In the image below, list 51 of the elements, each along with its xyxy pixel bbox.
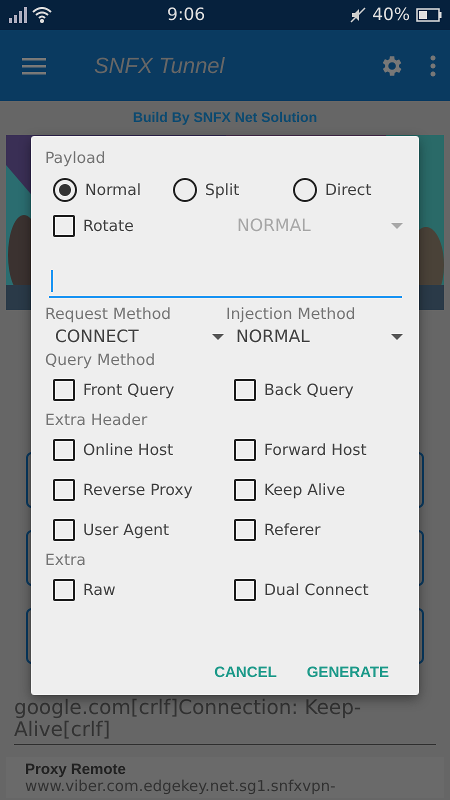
signal-icon (8, 7, 28, 23)
checkbox[interactable] (53, 379, 75, 401)
wifi-icon (32, 7, 52, 23)
checkbox[interactable] (53, 215, 75, 237)
checkbox[interactable] (53, 519, 75, 541)
checkbox[interactable] (234, 379, 256, 401)
more-icon[interactable] (430, 54, 436, 76)
radio-option[interactable]: Split (173, 174, 293, 206)
battery-icon (416, 8, 442, 22)
injection-method-dropdown[interactable]: NORMAL (226, 324, 405, 350)
request-method-dropdown[interactable]: CONNECT (45, 324, 226, 350)
checkbox-label: Back Query (264, 381, 354, 399)
checkbox-label: Referer (264, 521, 321, 539)
checkbox-label: Dual Connect (264, 581, 369, 599)
checkbox[interactable] (234, 439, 256, 461)
clock: 9:06 (166, 5, 206, 25)
checkbox[interactable] (53, 479, 75, 501)
proxy-label: Proxy Remote (25, 761, 127, 778)
checkbox-label: Forward Host (264, 441, 367, 459)
section-label: Extra (45, 550, 87, 570)
proxy-value: www.viber.com.edgekey.net.sg1.snfxvpn- (25, 778, 337, 794)
dialog-title: Payload (45, 148, 106, 168)
checkbox-label: User Agent (83, 521, 170, 539)
checkbox-label: Keep Alive (264, 481, 346, 499)
menu-icon[interactable] (22, 56, 46, 74)
app-title: SNFX Tunnel (94, 52, 226, 78)
radio-label: Split (205, 181, 240, 199)
radio-button[interactable] (53, 178, 77, 202)
checkbox-label: Online Host (83, 441, 174, 459)
battery-percent: 40% (372, 5, 410, 25)
radio-label: Direct (325, 181, 372, 199)
field-label: Injection Method (226, 304, 357, 324)
radio-option[interactable]: Direct (293, 174, 405, 206)
checkbox[interactable] (234, 579, 256, 601)
checkbox[interactable] (53, 439, 75, 461)
radio-label: Normal (85, 181, 142, 199)
checkbox-label: Reverse Proxy (83, 481, 193, 499)
field-label: Request Method (45, 304, 172, 324)
section-label: Query Method (45, 350, 156, 370)
section-label: Extra Header (45, 410, 148, 430)
radio-button[interactable] (293, 178, 317, 202)
checkbox[interactable] (234, 519, 256, 541)
radio-option[interactable]: Normal (53, 174, 173, 206)
credit-text: Build By SNFX Net Solution (132, 109, 318, 127)
checkbox[interactable] (234, 479, 256, 501)
checkbox[interactable] (53, 579, 75, 601)
checkbox-label: Raw (83, 581, 116, 599)
checkbox-label: Front Query (83, 381, 174, 399)
radio-button[interactable] (173, 178, 197, 202)
checkbox-label: Rotate (83, 217, 134, 235)
mute-icon (350, 7, 366, 23)
